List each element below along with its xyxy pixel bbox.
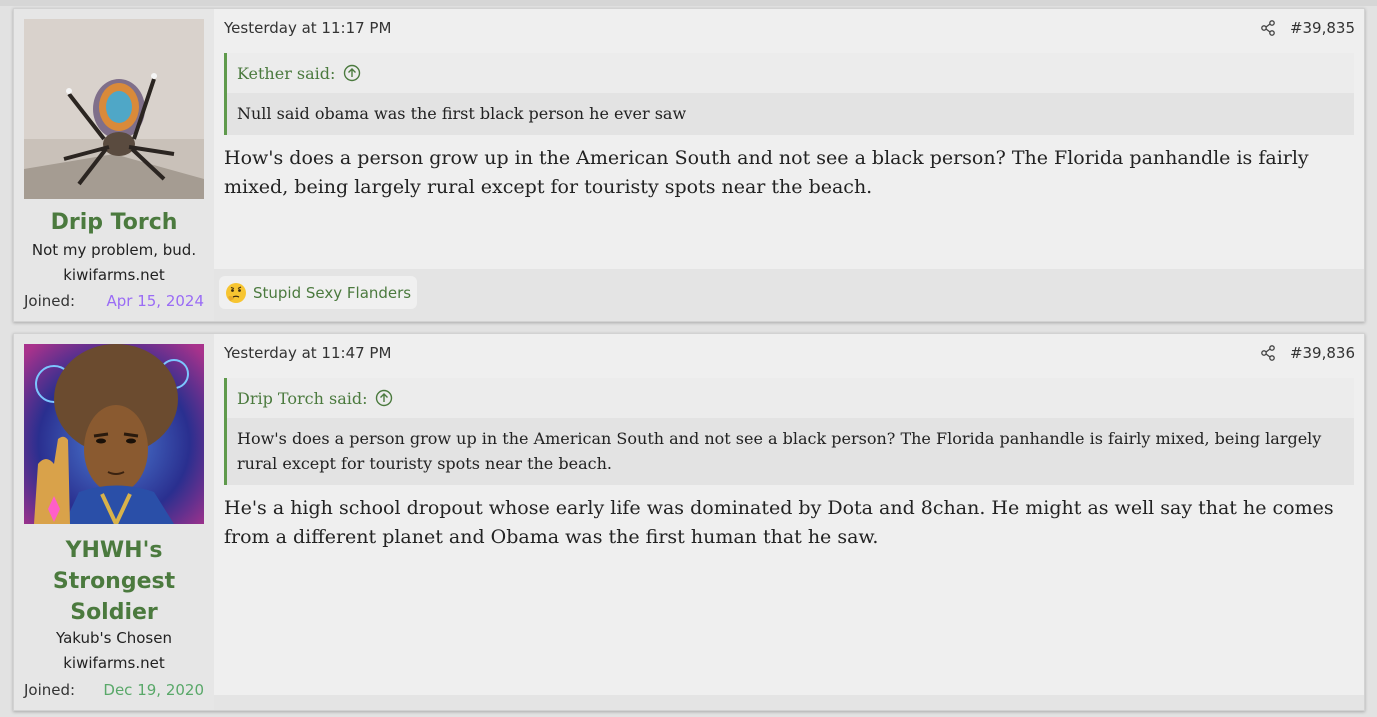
arrow-up-circle-icon[interactable] [343, 64, 361, 82]
thinking-emoji-icon [225, 282, 247, 304]
quote-text: Null said obama was the first black pers… [227, 93, 1354, 135]
joined-label: Joined: [24, 681, 76, 699]
quote-author[interactable]: Kether said: [237, 64, 335, 83]
avatar[interactable] [24, 344, 204, 524]
reaction-chip[interactable]: Stupid Sexy Flanders [219, 276, 418, 309]
post: Drip Torch Not my problem, bud. kiwifarm… [13, 8, 1365, 322]
post-main-cell: Yesterday at 11:17 PM #39,835 Kether sai… [214, 9, 1364, 321]
quote-block: Drip Torch said: How's does a person gro… [224, 378, 1354, 485]
quote-header: Drip Torch said: [227, 378, 1354, 418]
post-date[interactable]: Yesterday at 11:47 PM [224, 344, 391, 362]
post-number[interactable]: #39,836 [1290, 344, 1355, 362]
reaction-bar: Stupid Sexy Flanders [214, 269, 1364, 321]
post-date[interactable]: Yesterday at 11:17 PM [224, 19, 391, 37]
avatar[interactable] [24, 19, 204, 199]
post-user-cell: YHWH's Strongest Soldier Yakub's Chosen … [14, 334, 214, 710]
post-user-cell: Drip Torch Not my problem, bud. kiwifarm… [14, 9, 214, 321]
cosmic-figure-avatar [24, 344, 204, 524]
reaction-label: Stupid Sexy Flanders [253, 283, 412, 302]
post-message: How's does a person grow up in the Ameri… [224, 147, 1309, 198]
post-main-cell: Yesterday at 11:47 PM #39,836 Drip Torch… [214, 334, 1364, 710]
post-message: He's a high school dropout whose early l… [224, 497, 1334, 548]
user-site: kiwifarms.net [63, 266, 165, 284]
post: YHWH's Strongest Soldier Yakub's Chosen … [13, 333, 1365, 711]
joined-row: Joined: Apr 15, 2024 [24, 290, 204, 312]
user-title: Yakub's Chosen [56, 629, 172, 647]
quote-header: Kether said: [227, 53, 1354, 93]
post-actions: #39,836 [1260, 344, 1355, 362]
post-footer-bar [214, 695, 1364, 710]
share-icon[interactable] [1260, 20, 1276, 36]
share-icon[interactable] [1260, 345, 1276, 361]
joined-row: Joined: Dec 19, 2020 [24, 679, 204, 701]
username[interactable]: YHWH's Strongest Soldier [14, 535, 214, 628]
joined-date: Apr 15, 2024 [106, 292, 204, 310]
user-site: kiwifarms.net [63, 654, 165, 672]
quote-author[interactable]: Drip Torch said: [237, 389, 367, 408]
page-top-strip [0, 0, 1377, 6]
quote-block: Kether said: Null said obama was the fir… [224, 53, 1354, 135]
peacock-spider-avatar [24, 19, 204, 199]
joined-date: Dec 19, 2020 [103, 681, 204, 699]
quote-text: How's does a person grow up in the Ameri… [227, 418, 1354, 485]
user-title: Not my problem, bud. [31, 241, 197, 259]
arrow-up-circle-icon[interactable] [375, 389, 393, 407]
username[interactable]: Drip Torch [14, 207, 214, 238]
joined-label: Joined: [24, 292, 76, 310]
post-actions: #39,835 [1260, 19, 1355, 37]
post-number[interactable]: #39,835 [1290, 19, 1355, 37]
